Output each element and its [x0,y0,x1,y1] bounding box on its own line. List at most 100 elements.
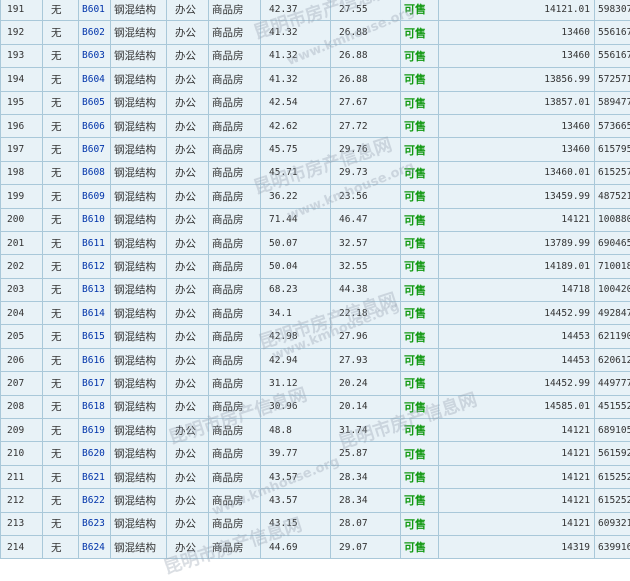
total-price-cell: 589477 [594,90,630,115]
area-cell: 50.04 [260,254,331,279]
unit-price-cell: 14453 [438,347,595,373]
room-link[interactable]: B624 [78,534,111,560]
room-link[interactable]: B603 [78,43,111,69]
table-row: 202 无 B612 钢混结构 办公 商品房 50.04 32.55 可售 14189.01 710… [0,254,630,279]
room-link[interactable]: B616 [78,347,111,373]
area-cell: 44.69 [260,534,331,560]
row-number: 205 [0,324,43,349]
house-type-cell: 商品房 [208,207,261,232]
house-type-cell: 商品房 [208,441,261,466]
unit-price-cell: 14453 [438,324,595,349]
inner-area-cell: 20.24 [330,371,401,396]
floor-cell: 无 [42,113,79,139]
house-type-cell: 商品房 [208,254,261,279]
floor-cell: 无 [42,324,79,349]
room-link[interactable]: B620 [78,441,111,466]
unit-price-cell: 13459.99 [438,184,595,209]
room-link[interactable]: B606 [78,113,111,139]
room-link[interactable]: B602 [78,20,111,45]
total-price-cell: 609321 [594,511,630,536]
unit-price-cell: 14121 [438,207,595,232]
room-link[interactable]: B617 [78,371,111,396]
usage-cell: 办公 [166,137,209,162]
table-row: 208 无 B618 钢混结构 办公 商品房 30.96 20.14 可售 14585.01 451… [0,394,630,420]
area-cell: 48.8 [260,418,331,443]
structure-cell: 钢混结构 [110,230,167,256]
inner-area-cell: 29.76 [330,137,401,162]
floor-cell: 无 [42,371,79,396]
table-row: 191 无 B601 钢混结构 办公 商品房 42.37 27.55 可售 14121.01 598… [0,0,630,22]
total-price-cell: 561592 [594,441,630,466]
table-row: 200无B610钢混结构办公商品房71.4446.47可售14121100880… [0,207,630,232]
usage-cell: 办公 [166,464,209,490]
status-cell: 可售 [400,0,439,22]
row-number: 197 [0,137,43,162]
row-number: 207 [0,371,43,396]
house-type-cell: 商品房 [208,534,261,560]
row-number: 208 [0,394,43,420]
room-link[interactable]: B611 [78,230,111,256]
usage-cell: 办公 [166,441,209,466]
unit-price-cell: 13789.99 [438,230,595,256]
table-row: 203无B613钢混结构办公商品房68.2344.38可售14718100420… [0,277,630,303]
unit-price-cell: 14319 [438,534,595,560]
room-link[interactable]: B623 [78,511,111,536]
floor-cell: 无 [42,347,79,373]
status-cell: 可售 [400,418,439,443]
status-cell: 可售 [400,394,439,420]
room-link[interactable]: B604 [78,67,111,92]
usage-cell: 办公 [166,488,209,513]
room-link[interactable]: B612 [78,254,111,279]
status-cell: 可售 [400,90,439,115]
room-link[interactable]: B619 [78,418,111,443]
room-link[interactable]: B609 [78,184,111,209]
table-row: 194 无 B604 钢混结构 办公 商品房 41.32 26.88 可售 13856.99 572… [0,67,630,92]
table-row: 214 无 B624 钢混结构 办公 商品房 44.69 29.07 可售 14319 639916 [0,534,630,560]
inner-area-cell: 26.88 [330,67,401,92]
house-type-cell: 商品房 [208,277,261,303]
structure-cell: 钢混结构 [110,160,167,186]
status-cell: 可售 [400,301,439,326]
room-link[interactable]: B615 [78,324,111,349]
house-type-cell: 商品房 [208,20,261,45]
room-link[interactable]: B614 [78,301,111,326]
room-link[interactable]: B607 [78,137,111,162]
unit-price-cell: 14452.99 [438,301,595,326]
house-type-cell: 商品房 [208,67,261,92]
inner-area-cell: 26.88 [330,20,401,45]
total-price-cell: 615795 [594,137,630,162]
table-row: 212 无 B622 钢混结构 办公 商品房 43.57 28.34 可售 14121 615252 [0,488,630,513]
unit-price-cell: 14121 [438,511,595,536]
usage-cell: 办公 [166,324,209,349]
room-link[interactable]: B605 [78,90,111,115]
table-row: 199 无 B609 钢混结构 办公 商品房 36.22 23.56 可售 13459.99 487… [0,184,630,209]
structure-cell: 钢混结构 [110,464,167,490]
status-cell: 可售 [400,230,439,256]
total-price-cell: 487521 [594,184,630,209]
structure-cell: 钢混结构 [110,113,167,139]
total-price-cell: 556167 [594,43,630,69]
room-link[interactable]: B610 [78,207,111,232]
room-link[interactable]: B601 [78,0,111,22]
room-link[interactable]: B618 [78,394,111,420]
total-price-cell: 639916 [594,534,630,560]
house-type-cell: 商品房 [208,113,261,139]
row-number: 210 [0,441,43,466]
unit-price-cell: 14121 [438,441,595,466]
listing-table-body: 191 无 B601 钢混结构 办公 商品房 42.37 27.55 可售 14121.01 598… [0,0,630,560]
room-link[interactable]: B613 [78,277,111,303]
room-link[interactable]: B621 [78,464,111,490]
room-link[interactable]: B608 [78,160,111,186]
area-cell: 42.62 [260,113,331,139]
row-number: 202 [0,254,43,279]
total-price-cell: 615257 [594,160,630,186]
room-link[interactable]: B622 [78,488,111,513]
inner-area-cell: 27.67 [330,90,401,115]
usage-cell: 办公 [166,534,209,560]
table-row: 192 无 B602 钢混结构 办公 商品房 41.32 26.88 可售 13460 556167 [0,20,630,45]
table-row: 209 无 B619 钢混结构 办公 商品房 48.8 31.74 可售 14121 689105 [0,418,630,443]
table-row: 213 无 B623 钢混结构 办公 商品房 43.15 28.07 可售 14121 609321 [0,511,630,536]
structure-cell: 钢混结构 [110,534,167,560]
structure-cell: 钢混结构 [110,418,167,443]
unit-price-cell: 13857.01 [438,90,595,115]
